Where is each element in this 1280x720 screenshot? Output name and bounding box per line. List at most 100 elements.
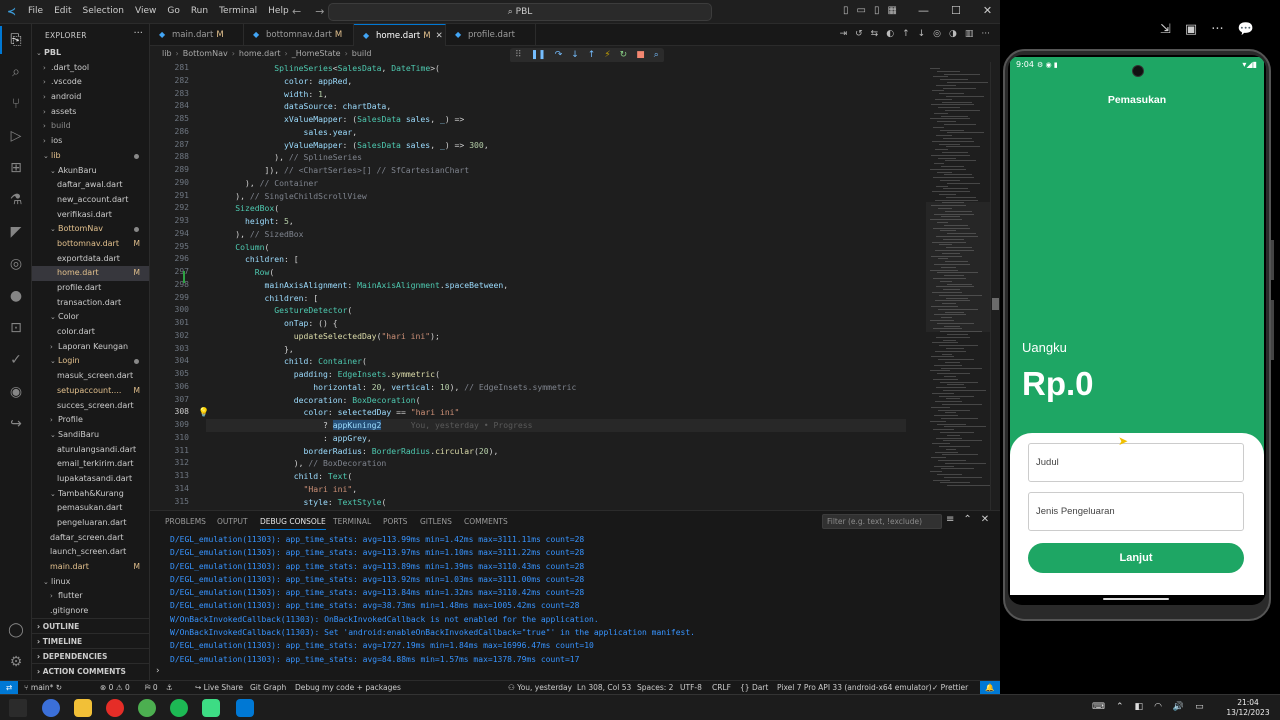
split-editor-icon[interactable]: ▥: [965, 29, 974, 39]
command-center-search[interactable]: ⌕ PBL: [328, 3, 712, 21]
file-item[interactable]: exportdata.dart: [32, 252, 149, 267]
panel-tab-gitlens[interactable]: GITLENS: [420, 517, 452, 526]
git-graph-icon[interactable]: ◎: [6, 254, 26, 274]
breadcrumb-item[interactable]: BottomNav: [183, 49, 228, 58]
settings-gear-icon[interactable]: ⚙: [6, 652, 26, 672]
menu-item-selection[interactable]: Selection: [83, 6, 124, 16]
menu-item-file[interactable]: File: [28, 6, 43, 16]
git-graph-status[interactable]: Git Graph: [250, 681, 286, 694]
file-item[interactable]: main.dart M: [32, 560, 149, 575]
file-item[interactable]: email_terkirim.dart: [32, 457, 149, 472]
expense-type-input[interactable]: Jenis Pengeluaran: [1028, 492, 1244, 531]
more-editor-actions-icon[interactable]: ···: [981, 29, 990, 39]
source-control-icon[interactable]: ⑂: [6, 94, 26, 114]
github-icon[interactable]: ◉: [6, 382, 26, 402]
breadcrumb-item[interactable]: home.dart: [239, 49, 281, 58]
vscode-taskbar-icon[interactable]: [236, 699, 254, 717]
continue-button[interactable]: Lanjut: [1028, 543, 1244, 573]
forward-arrow-icon[interactable]: →: [315, 5, 324, 18]
gesture-nav-bar[interactable]: [1103, 598, 1169, 600]
minimize-button[interactable]: —: [918, 4, 929, 17]
battery-icon[interactable]: ▭: [1195, 702, 1204, 712]
folder-item[interactable]: ⌄ Color: [32, 310, 149, 325]
tab-home[interactable]: ◆ home.dart M ✕: [354, 24, 446, 46]
file-item[interactable]: daftar_screen.dart: [32, 531, 149, 546]
folder-item[interactable]: › ios: [32, 134, 149, 149]
menu-item-run[interactable]: Run: [191, 6, 208, 16]
compare-icon[interactable]: ◑: [949, 29, 957, 39]
menu-item-terminal[interactable]: Terminal: [219, 6, 257, 16]
restart-icon[interactable]: ↻: [620, 48, 628, 63]
console-prompt-icon[interactable]: ›: [156, 666, 160, 676]
youtube-icon[interactable]: [106, 699, 124, 717]
scrollbar-thumb[interactable]: [992, 298, 999, 310]
open-changes-icon[interactable]: ◐: [886, 29, 894, 39]
menu-item-view[interactable]: View: [135, 6, 156, 16]
live-share-icon[interactable]: ↪: [6, 414, 26, 434]
menu-item-go[interactable]: Go: [167, 6, 179, 16]
stop-icon[interactable]: ■: [636, 48, 645, 63]
console-filter-input[interactable]: Filter (e.g. text, !exclude): [822, 514, 942, 529]
ports-status[interactable]: ⛿ 0: [145, 681, 158, 694]
title-input[interactable]: Judul: [1028, 443, 1244, 482]
toggle-blame-icon[interactable]: ◎: [933, 29, 941, 39]
more-actions-icon[interactable]: ···: [133, 28, 143, 39]
file-item[interactable]: color.dart: [32, 325, 149, 340]
menu-item-edit[interactable]: Edit: [54, 6, 71, 16]
panel-tab-comments[interactable]: COMMENTS: [464, 517, 508, 526]
folder-item[interactable]: ⌄ Login: [32, 354, 149, 369]
tab-profile[interactable]: ◆ profile.dart: [446, 24, 536, 46]
file-item[interactable]: masuk_screen.dart: [32, 369, 149, 384]
section-timeline[interactable]: › TIMELINE: [32, 633, 149, 648]
debug-target-icon[interactable]: ⚓: [166, 681, 173, 694]
back-arrow-icon[interactable]: ←: [292, 5, 301, 18]
file-item[interactable]: profile.dart: [32, 281, 149, 296]
folder-item[interactable]: › assets: [32, 105, 149, 120]
eol-status[interactable]: CRLF: [712, 681, 731, 694]
panel-tab-terminal[interactable]: TERMINAL: [333, 517, 371, 526]
customize-layout-icon[interactable]: ▦: [887, 5, 896, 16]
indent-status[interactable]: Spaces: 2: [637, 681, 673, 694]
folder-item[interactable]: › Profile: [32, 413, 149, 428]
breadcrumb-item[interactable]: build: [352, 49, 372, 58]
step-out-icon[interactable]: ↑: [588, 48, 596, 63]
open-preview-icon[interactable]: ⇥: [840, 29, 848, 39]
section-outline[interactable]: › OUTLINE: [32, 618, 149, 633]
panel-tab-debug-console[interactable]: DEBUG CONSOLE: [260, 517, 326, 530]
drag-handle-icon[interactable]: ⠿: [515, 48, 522, 63]
folder-item[interactable]: › build: [32, 119, 149, 134]
menu-item-help[interactable]: Help: [268, 6, 289, 16]
explorer-icon[interactable]: ⎘: [0, 26, 26, 54]
problems-status[interactable]: ⊗ 0 ⚠ 0: [100, 681, 130, 694]
timeline-icon[interactable]: ↺: [855, 29, 863, 39]
json-icon[interactable]: ●: [6, 286, 26, 306]
remote-explorer-icon[interactable]: ⊡: [6, 318, 26, 338]
breadcrumb-item[interactable]: lib: [162, 49, 172, 58]
folder-item[interactable]: ⌄ BottomNav: [32, 222, 149, 237]
tray-chevron-icon[interactable]: ⌃: [1116, 702, 1124, 712]
file-item[interactable]: succes_screen.dart: [32, 399, 149, 414]
file-item[interactable]: bottomnav.dart M: [32, 237, 149, 252]
flutter-icon[interactable]: ◤: [6, 222, 26, 242]
file-item[interactable]: setupaccount.... M: [32, 384, 149, 399]
file-item[interactable]: verifikasi.dart: [32, 208, 149, 223]
folder-item[interactable]: ⌄ SandiBaru: [32, 428, 149, 443]
folder-item[interactable]: › .vscode: [32, 75, 149, 90]
device-status[interactable]: Pixel 7 Pro API 33 (android-x64 emulator…: [777, 681, 932, 694]
maximize-button[interactable]: ☐: [951, 4, 961, 17]
close-window-button[interactable]: ✕: [983, 4, 992, 17]
folder-item[interactable]: › .dart_tool: [32, 61, 149, 76]
folder-item[interactable]: › flutter: [32, 589, 149, 604]
file-item[interactable]: daftar_awal.dart: [32, 178, 149, 193]
power-button[interactable]: [1271, 240, 1274, 280]
file-item[interactable]: .gitignore: [32, 604, 149, 619]
file-explorer-icon[interactable]: [74, 699, 92, 717]
keyboard-icon[interactable]: ⌨: [1092, 702, 1105, 712]
hot-reload-icon[interactable]: ⚡: [604, 48, 610, 63]
blame-status[interactable]: ⚇ You, yesterday: [508, 681, 572, 694]
breadcrumb-item[interactable]: _HomeState: [292, 49, 341, 58]
panel-tab-ports[interactable]: PORTS: [383, 517, 407, 526]
wifi-icon[interactable]: ◠: [1154, 702, 1162, 712]
toggle-panel-icon[interactable]: ▭: [857, 5, 866, 16]
file-item[interactable]: pemasukan.dart: [32, 501, 149, 516]
